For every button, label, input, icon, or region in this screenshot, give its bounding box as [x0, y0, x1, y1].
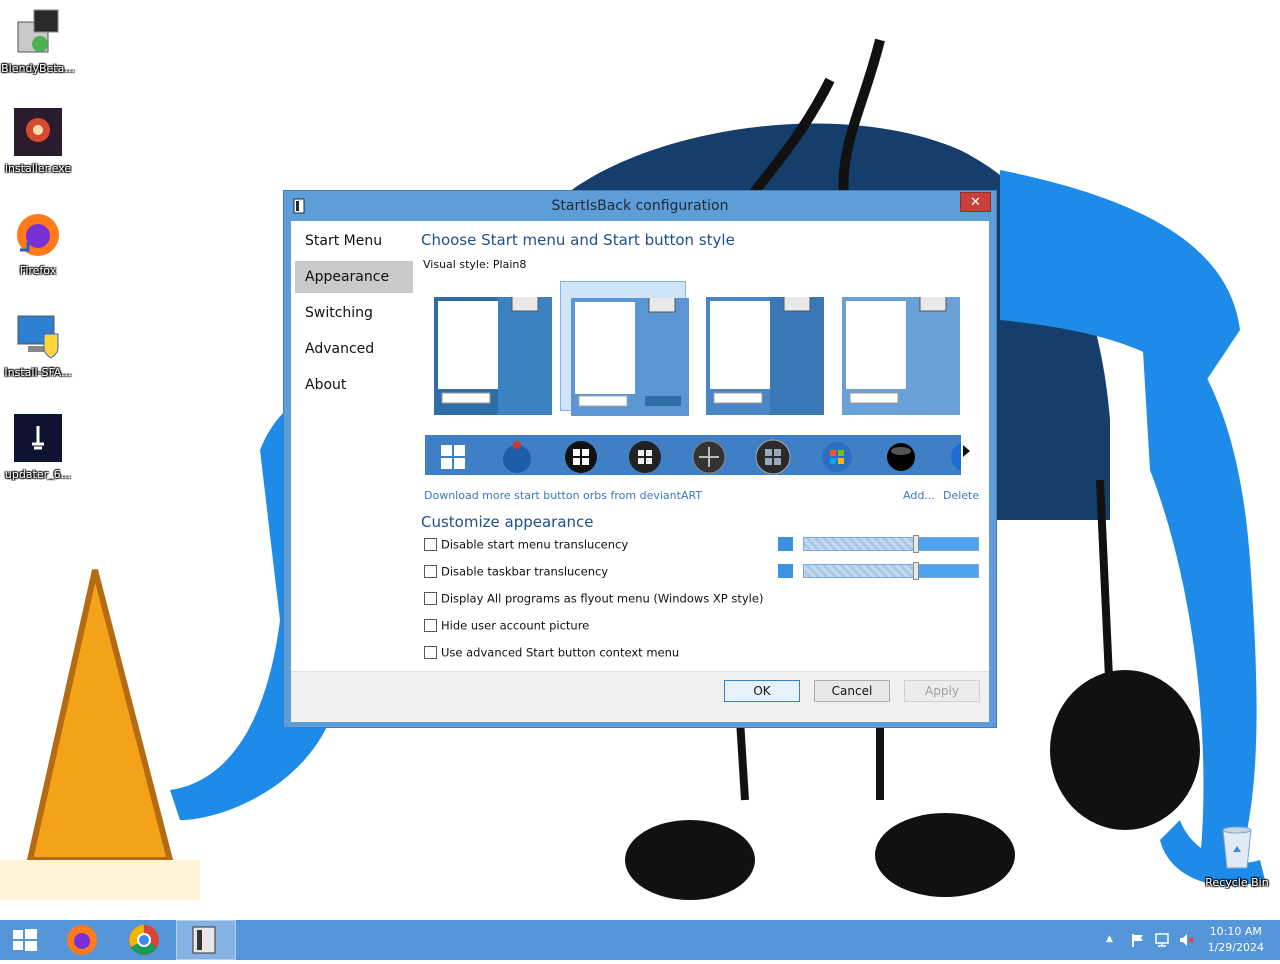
startisback-config-dialog: StartIsBack configuration ✕ Start Menu A…: [283, 190, 997, 728]
nav-item-appearance[interactable]: Appearance: [295, 261, 413, 293]
start-orb-strip: [425, 435, 961, 475]
desktop-icon-label: Firefox: [19, 264, 57, 277]
firefox-icon: [14, 210, 62, 258]
installer-icon: [14, 8, 62, 56]
checkbox-label: Hide user account picture: [441, 618, 590, 633]
taskbar-color-swatch[interactable]: [778, 564, 793, 578]
clock-time: 10:10 AM: [1209, 925, 1262, 938]
checkbox[interactable]: [424, 592, 437, 605]
dialog-footer: OK Cancel Apply: [291, 671, 989, 722]
taskbar-chrome[interactable]: [114, 920, 174, 960]
partial-orb-icon[interactable]: [947, 439, 961, 475]
start-menu-color-swatch[interactable]: [778, 537, 793, 551]
slider-thumb[interactable]: [913, 562, 919, 580]
taskbar-clock[interactable]: 10:10 AM 1/29/2024: [1208, 924, 1264, 956]
cancel-button[interactable]: Cancel: [814, 680, 890, 702]
option-disable-taskbar-translucency[interactable]: Disable taskbar translucency: [424, 564, 608, 580]
nav-item-advanced[interactable]: Advanced: [295, 333, 413, 365]
desktop-icon-firefox[interactable]: Firefox: [0, 210, 76, 277]
installer-app-icon: [14, 108, 62, 156]
desktop-icon-install-sfa[interactable]: Install-SFA...: [0, 312, 76, 379]
start-menu-preview: [842, 297, 960, 415]
add-orb-link[interactable]: Add...: [903, 489, 935, 502]
checkbox-label: Use advanced Start button context menu: [441, 645, 680, 660]
download-orbs-link[interactable]: Download more start button orbs from dev…: [424, 489, 702, 502]
nav-item-switching[interactable]: Switching: [295, 297, 413, 329]
desktop-icon-updater[interactable]: updater_6...: [0, 414, 76, 481]
start-menu-preview: [434, 297, 552, 415]
window-title: StartIsBack configuration: [551, 198, 729, 214]
checkbox-label: Disable start menu translucency: [441, 537, 629, 552]
nav-item-start-menu[interactable]: Start Menu: [295, 225, 413, 257]
visual-style-value: Plain8: [492, 258, 527, 271]
checkbox-label: Display All programs as flyout menu (Win…: [441, 591, 764, 606]
desktop-icon-label: installer.exe: [4, 162, 72, 175]
clock-date: 1/29/2024: [1207, 941, 1264, 954]
volume-muted-icon[interactable]: [1178, 932, 1194, 948]
vista-orb-icon[interactable]: [627, 439, 663, 475]
windows8-orb-icon[interactable]: [435, 439, 471, 475]
start-menu-preview: [571, 298, 689, 416]
option-disable-start-menu-translucency[interactable]: Disable start menu translucency: [424, 537, 628, 553]
sidebar-nav: Start Menu Appearance Switching Advanced…: [295, 225, 413, 405]
silver-orb-icon[interactable]: [755, 439, 791, 475]
dialog-client-area: Start Menu Appearance Switching Advanced…: [291, 221, 989, 722]
style-tile-4[interactable]: [832, 281, 960, 415]
apply-button[interactable]: Apply: [904, 680, 980, 702]
option-hide-user-picture[interactable]: Hide user account picture: [424, 618, 589, 634]
start-menu-preview: [706, 297, 824, 415]
dark-orb-icon[interactable]: [691, 439, 727, 475]
tray-overflow-icon[interactable]: ▲: [1106, 934, 1122, 950]
desktop-icon-installer[interactable]: installer.exe: [0, 108, 76, 175]
option-advanced-context-menu[interactable]: Use advanced Start button context menu: [424, 645, 679, 661]
checkbox-label: Disable taskbar translucency: [441, 564, 609, 579]
color-orb-icon[interactable]: [819, 439, 855, 475]
slider-fill: [919, 565, 978, 577]
title-bar[interactable]: StartIsBack configuration ✕: [284, 191, 996, 221]
computer-shield-icon: [14, 312, 62, 360]
checkbox[interactable]: [424, 565, 437, 578]
recycle-bin-icon: [1213, 822, 1261, 870]
slider-fill: [919, 538, 978, 550]
start-button[interactable]: [0, 920, 50, 960]
ok-button[interactable]: OK: [724, 680, 800, 702]
style-tile-2[interactable]: [560, 281, 689, 416]
taskbar-translucency-slider[interactable]: [803, 562, 979, 580]
checkbox[interactable]: [424, 619, 437, 632]
visual-style-label: Visual style:: [423, 258, 490, 271]
startisback-icon: [192, 926, 216, 954]
taskbar-firefox[interactable]: [52, 920, 112, 960]
style-tile-1[interactable]: [424, 281, 552, 415]
slider-thumb[interactable]: [913, 535, 919, 553]
desktop-icon-blendybeta[interactable]: BlendyBeta...: [0, 8, 76, 75]
firefox-icon: [67, 925, 97, 955]
desktop-icon-label: updater_6...: [4, 468, 72, 481]
start-menu-translucency-slider[interactable]: [803, 535, 979, 553]
taskbar: ▲ 10:10 AM 1/29/2024: [0, 920, 1280, 960]
checkbox[interactable]: [424, 538, 437, 551]
christmas-orb-icon[interactable]: [499, 439, 535, 475]
network-icon[interactable]: [1154, 932, 1170, 948]
style-tile-3[interactable]: [696, 281, 824, 415]
desktop-icon-recycle-bin[interactable]: Recycle Bin: [1199, 822, 1275, 889]
visual-style-row: Visual style: Plain8: [423, 258, 526, 271]
updater-icon: [14, 414, 62, 462]
checkbox[interactable]: [424, 646, 437, 659]
customize-section-title: Customize appearance: [421, 513, 594, 531]
style-section-title: Choose Start menu and Start button style: [421, 231, 735, 249]
delete-orb-link[interactable]: Delete: [943, 489, 979, 502]
taskbar-startisback[interactable]: [176, 920, 236, 960]
orb-next-arrow-icon[interactable]: [963, 445, 970, 457]
option-all-programs-flyout[interactable]: Display All programs as flyout menu (Win…: [424, 591, 763, 607]
close-button[interactable]: ✕: [960, 192, 991, 212]
desktop-icon-label: Recycle Bin: [1205, 876, 1269, 889]
windows7-orb-icon[interactable]: [563, 439, 599, 475]
desktop-icon-label: BlendyBeta...: [1, 62, 75, 75]
black-orb-icon[interactable]: [883, 439, 919, 475]
chrome-icon: [129, 925, 159, 955]
action-center-flag-icon[interactable]: [1130, 932, 1146, 948]
nav-item-about[interactable]: About: [295, 369, 413, 401]
windows-logo-icon: [13, 929, 37, 951]
desktop-icon-label: Install-SFA...: [4, 366, 72, 379]
